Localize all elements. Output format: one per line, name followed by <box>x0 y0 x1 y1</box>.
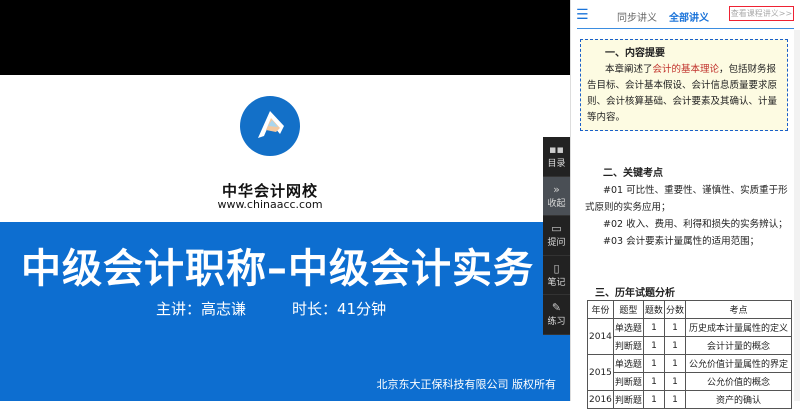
tool-label: 练习 <box>547 317 566 328</box>
key-point: #01 可比性、重要性、谨慎性、实质重于形式原则的实务应用； <box>585 185 788 213</box>
tool-label: 笔记 <box>547 277 566 288</box>
tool-label: 收起 <box>547 198 566 209</box>
summary-text: 本章阐述了会计的基本理论，包括财务报告目标、会计基本假设、会计信息质量要求原则、… <box>587 62 781 126</box>
col-header: 考点 <box>684 300 792 319</box>
cell-type: 判断题 <box>612 336 644 355</box>
lecturer: 主讲：高志谦 <box>156 300 247 318</box>
edit-icon: ✎ <box>551 301 562 315</box>
view-course-notes-button[interactable]: 查看课程讲义>> <box>729 6 794 21</box>
summary-highlight: 会计的基本理论 <box>652 64 720 75</box>
table-row: 2016 判断题 1 1 资产的确认 <box>587 390 792 409</box>
summary-heading: 一、内容提要 <box>605 48 665 59</box>
cell-point: 公允价值计量属性的界定 <box>684 354 792 373</box>
summary-pre: 本章阐述了 <box>605 64 653 75</box>
cell-count: 1 <box>642 372 665 391</box>
cell-type: 判断题 <box>612 390 644 409</box>
video-player[interactable]: 中华会计网校 www.chinaacc.com 中级会计职称–中级会计实务 主讲… <box>0 0 570 401</box>
cell-point: 资产的确认 <box>684 390 792 409</box>
tool-label: 目录 <box>547 159 566 169</box>
collapse-button[interactable]: » 收起 <box>543 176 570 217</box>
cell-point: 会计计量的概念 <box>684 336 792 355</box>
lecture-notes-panel: ☰ 同步讲义 全部讲义 查看课程讲义>> 一、内容提要 本章阐述了会计的基本理论… <box>570 0 800 409</box>
key-point: #02 收入、费用、利得和损失的实务辨认； <box>603 219 788 230</box>
chat-icon: ▭ <box>551 222 562 236</box>
practice-button[interactable]: ✎ 练习 <box>543 295 570 335</box>
grid-icon: ▪▪ <box>549 143 564 156</box>
note-icon: ▯ <box>553 261 560 275</box>
col-header: 题数 <box>642 300 665 319</box>
table-row: 判断题 1 1 会计计量的概念 <box>588 336 792 355</box>
cell-count: 1 <box>642 390 665 409</box>
table-row: 判断题 1 1 公允价值的概念 <box>588 372 792 391</box>
table-header: 年份 题型 题数 分数 考点 <box>587 300 792 319</box>
cell-type: 判断题 <box>612 372 644 391</box>
cell-point: 历史成本计量属性的定义 <box>684 318 792 337</box>
col-header: 题型 <box>612 300 644 319</box>
col-header: 分数 <box>663 300 686 319</box>
history-heading: 三、历年试题分析 <box>595 288 675 299</box>
col-header: 年份 <box>587 300 614 319</box>
key-points: 二、关键考点 #01 可比性、重要性、谨慎性、实质重于形式原则的实务应用； #0… <box>585 165 791 250</box>
tab-all-notes[interactable]: 全部讲义 <box>669 9 709 24</box>
cell-score: 1 <box>663 336 686 355</box>
cell-score: 1 <box>663 390 686 409</box>
ask-button[interactable]: ▭ 提问 <box>543 216 570 256</box>
chinaacc-logo <box>240 96 300 156</box>
course-title: 中级会计职称–中级会计实务 <box>21 246 534 292</box>
catalog-button[interactable]: ▪▪ 目录 <box>543 137 570 177</box>
scrollbar[interactable] <box>794 30 800 401</box>
table-row: 2015 单选题 1 1 公允价值计量属性的界定 <box>587 354 792 391</box>
cell-count: 1 <box>642 336 665 355</box>
menu-icon[interactable]: ☰ <box>576 7 589 23</box>
video-letterbox <box>0 0 570 75</box>
key-points-heading: 二、关键考点 <box>603 168 663 179</box>
cell-type: 单选题 <box>612 354 644 373</box>
duration: 时长：41分钟 <box>292 300 387 318</box>
tool-label: 提问 <box>547 238 566 249</box>
tab-underline <box>577 28 794 29</box>
cell-score: 1 <box>663 372 686 391</box>
cell-score: 1 <box>663 318 686 337</box>
double-chevron-right-icon: » <box>553 182 560 196</box>
cell-year: 2016 <box>587 390 614 409</box>
history-table: 年份 题型 题数 分数 考点 2014 单选题 1 1 历史成本计量属性的定义 … <box>587 300 792 409</box>
cell-type: 单选题 <box>612 318 644 337</box>
cell-count: 1 <box>642 354 665 373</box>
cell-year: 2015 <box>587 354 614 391</box>
copyright: 北京东大正保科技有限公司 版权所有 <box>376 378 557 391</box>
cell-score: 1 <box>663 354 686 373</box>
key-point: #03 会计要素计量属性的适用范围； <box>603 236 760 247</box>
side-toolbar: ▪▪ 目录 » 收起 ▭ 提问 ▯ 笔记 ✎ 练习 <box>543 137 570 335</box>
content-summary: 一、内容提要 本章阐述了会计的基本理论，包括财务报告目标、会计基本假设、会计信息… <box>580 39 788 131</box>
cell-point: 公允价值的概念 <box>684 372 792 391</box>
brand-url: www.chinaacc.com <box>217 198 323 211</box>
note-button[interactable]: ▯ 笔记 <box>543 256 570 296</box>
cell-year: 2014 <box>587 318 614 355</box>
cell-count: 1 <box>642 318 665 337</box>
table-row: 2014 单选题 1 1 历史成本计量属性的定义 <box>587 318 792 355</box>
tab-sync-notes[interactable]: 同步讲义 <box>617 9 657 24</box>
